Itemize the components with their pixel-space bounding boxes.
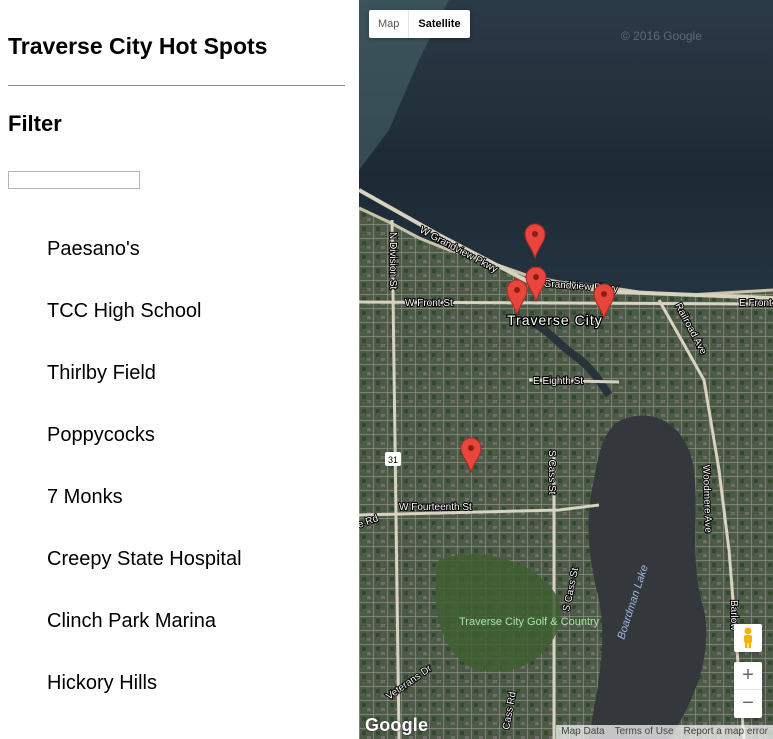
zoom-control: + − bbox=[734, 662, 762, 718]
golf-label: Traverse City Golf & Country bbox=[459, 616, 600, 628]
filter-heading: Filter bbox=[8, 111, 62, 136]
map-attribution: Map Data Terms of Use Report a map error bbox=[556, 725, 773, 739]
satellite-imagery[interactable]: 31 W Grandview Pkwy E Grandview Pkwy W F… bbox=[359, 0, 773, 739]
place-item[interactable]: Paesano's bbox=[47, 236, 242, 298]
zoom-out-button[interactable]: − bbox=[734, 690, 762, 718]
filter-input[interactable] bbox=[8, 171, 140, 189]
place-item[interactable]: Poppycocks bbox=[47, 422, 242, 484]
street-label: E Eighth St bbox=[533, 376, 583, 387]
map-type-control: Map Satellite bbox=[369, 10, 470, 38]
place-item[interactable]: Thirlby Field bbox=[47, 360, 242, 422]
divider bbox=[8, 85, 345, 86]
place-item[interactable]: TCC High School bbox=[47, 298, 242, 360]
street-label: W Fourteenth St bbox=[399, 502, 472, 513]
golf-label-text: Traverse City Golf & Country bbox=[459, 616, 600, 628]
pegman-icon bbox=[744, 627, 752, 648]
terms-of-use-link[interactable]: Terms of Use bbox=[610, 725, 679, 739]
map-copyright: © 2016 Google bbox=[621, 29, 702, 43]
google-logo[interactable]: Google bbox=[365, 715, 428, 736]
street-label: W Front St bbox=[405, 298, 453, 309]
place-item[interactable]: Clinch Park Marina bbox=[47, 608, 242, 670]
street-label: N Division St bbox=[387, 232, 398, 289]
page-title: Traverse City Hot Spots bbox=[8, 33, 268, 59]
report-map-error-link[interactable]: Report a map error bbox=[679, 725, 773, 739]
place-item[interactable]: 7 Monks bbox=[47, 484, 242, 546]
street-view-pegman[interactable] bbox=[734, 624, 762, 652]
zoom-in-button[interactable]: + bbox=[734, 662, 762, 690]
place-item[interactable]: Hickory Hills bbox=[47, 670, 242, 732]
map-data-link[interactable]: Map Data bbox=[556, 725, 609, 739]
street-label: S Cass St bbox=[546, 450, 557, 495]
map-type-map-button[interactable]: Map bbox=[369, 10, 410, 38]
route-shield-label: 31 bbox=[388, 455, 398, 465]
map-type-satellite-button[interactable]: Satellite bbox=[409, 10, 469, 38]
places-list: Paesano's TCC High School Thirlby Field … bbox=[47, 236, 242, 732]
city-label: Traverse City bbox=[507, 312, 603, 328]
map[interactable]: 31 W Grandview Pkwy E Grandview Pkwy W F… bbox=[359, 0, 773, 739]
street-label: E Front bbox=[739, 298, 772, 309]
sidebar: Traverse City Hot Spots Filter Paesano's… bbox=[0, 0, 359, 739]
place-item[interactable]: Creepy State Hospital bbox=[47, 546, 242, 608]
